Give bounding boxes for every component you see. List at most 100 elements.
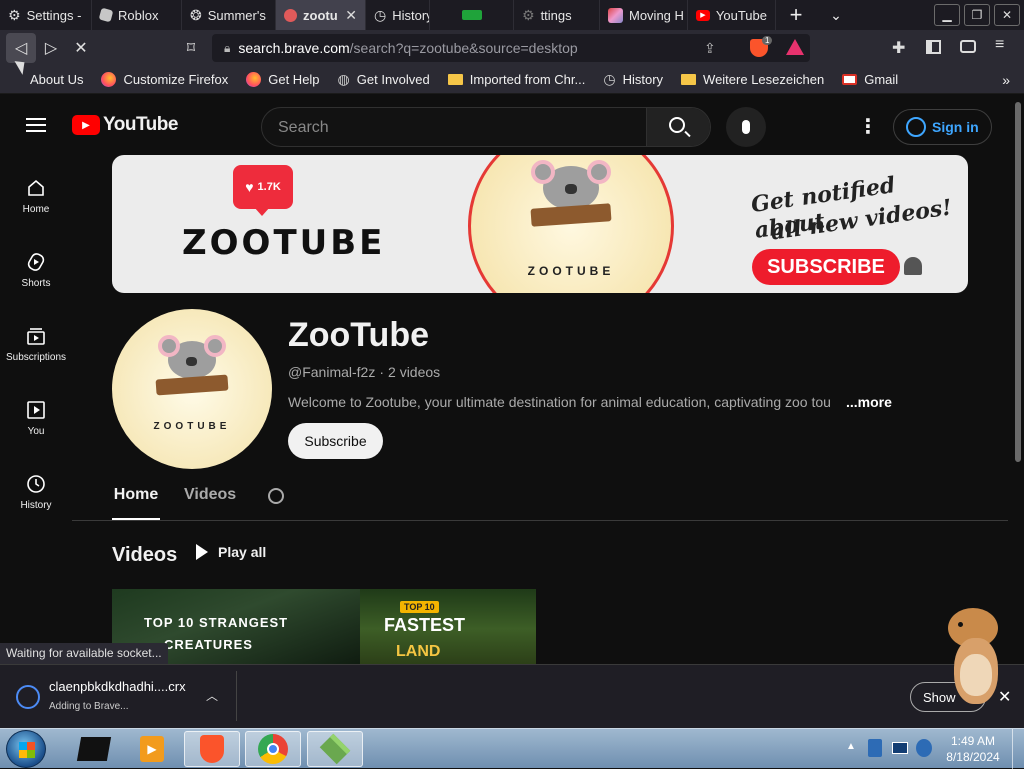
- description-more-link[interactable]: ...more: [844, 394, 892, 410]
- koala-icon: [531, 160, 611, 210]
- brave-rewards-icon[interactable]: [786, 39, 804, 55]
- tab-home[interactable]: Home: [112, 486, 160, 520]
- sidebar-item-history[interactable]: History: [0, 474, 72, 511]
- tray-network-icon[interactable]: [868, 739, 882, 757]
- close-window-button[interactable]: ✕: [994, 4, 1020, 26]
- taskbar-media-player[interactable]: ▶: [124, 731, 180, 767]
- voice-search-button[interactable]: [726, 107, 766, 147]
- tray-show-hidden-icon[interactable]: ▲: [846, 741, 856, 752]
- search-button[interactable]: [646, 108, 710, 146]
- wallet-icon[interactable]: [960, 40, 976, 53]
- more-options-icon[interactable]: ⋮: [858, 114, 878, 139]
- sidebar-item-subscriptions[interactable]: Subscriptions: [0, 326, 72, 363]
- microphone-icon: [742, 120, 750, 134]
- bookmarks-overflow-icon[interactable]: »: [1002, 72, 1024, 88]
- search-input[interactable]: Search: [278, 119, 329, 137]
- folder-icon: [681, 74, 697, 85]
- maximize-button[interactable]: ❐: [964, 4, 990, 26]
- tray-display-icon[interactable]: [892, 742, 908, 754]
- extension-file-icon: [16, 685, 40, 709]
- menu-icon[interactable]: ≡: [995, 36, 1004, 54]
- channel-meta: @Fanimal-f2z · 2 videos: [288, 364, 440, 380]
- minimize-button[interactable]: ▁: [934, 4, 960, 26]
- download-divider: [236, 671, 237, 721]
- tray-volume-icon[interactable]: [916, 739, 932, 757]
- tab-settings[interactable]: ⚙ Settings -: [0, 0, 92, 30]
- channel-description[interactable]: Welcome to Zootube, your ultimate destin…: [288, 394, 888, 410]
- chrome-icon: [258, 734, 288, 764]
- share-icon[interactable]: ⇪: [704, 40, 716, 57]
- bookmark-icon[interactable]: ⌑: [176, 33, 206, 63]
- youtube-icon: ▶: [696, 9, 710, 21]
- bell-icon: [904, 257, 922, 275]
- koala-icon: [158, 335, 226, 379]
- tab-history[interactable]: ◷ History: [366, 0, 430, 30]
- bookmark-about-us[interactable]: About Us: [0, 66, 92, 94]
- sidebar-item-shorts[interactable]: Shorts: [0, 252, 72, 289]
- search-box[interactable]: Search: [261, 107, 711, 147]
- bookmark-customize-firefox[interactable]: Customize Firefox: [92, 66, 237, 94]
- bookmark-gmail[interactable]: Gmail: [833, 66, 907, 94]
- tab-label: zootu: [303, 7, 338, 23]
- subscribe-button[interactable]: Subscribe: [288, 423, 383, 459]
- taskbar-chrome[interactable]: [245, 731, 301, 767]
- channel-avatar[interactable]: ZOOTUBE: [112, 309, 272, 469]
- taskbar-minecraft[interactable]: [307, 731, 363, 767]
- sidebar-item-you[interactable]: You: [0, 400, 72, 437]
- bookmark-get-involved[interactable]: ◍ Get Involved: [329, 66, 439, 94]
- bookmark-imported[interactable]: Imported from Chr...: [439, 66, 595, 94]
- status-text: Waiting for available socket...: [0, 643, 168, 665]
- download-item[interactable]: claenpbkdkdhadhi....crx Adding to Brave.…: [10, 673, 234, 721]
- hamster-sticker: [944, 608, 1004, 708]
- youtube-logo[interactable]: ▶ YouTube: [72, 114, 178, 136]
- taskbar-brave[interactable]: [184, 731, 240, 767]
- stop-loading-button[interactable]: ✕: [66, 33, 96, 63]
- clock-date: 8/18/2024: [946, 750, 1000, 764]
- banner-subscribe-text: SUBSCRIBE: [767, 255, 885, 278]
- extensions-icon[interactable]: ✚: [892, 38, 905, 58]
- bookmark-history[interactable]: ◷ History: [594, 66, 672, 94]
- address-bar[interactable]: 🔒︎ search.brave.com/search?q=zootube&sou…: [212, 34, 810, 62]
- tab-videos[interactable]: Videos: [184, 486, 236, 520]
- tab-youtube[interactable]: ▶ YouTube: [688, 0, 776, 30]
- video-thumbnail-2[interactable]: TOP 10 FASTEST LAND: [360, 589, 536, 664]
- tab-summer[interactable]: ❂ Summer's: [182, 0, 276, 30]
- section-title: Videos: [112, 544, 178, 566]
- show-desktop-button[interactable]: [1012, 729, 1024, 769]
- youtube-page: ▶ YouTube Search ⋮ Sign in Home Shorts S…: [0, 94, 1012, 664]
- clock[interactable]: 1:49 AM 8/18/2024: [938, 733, 1008, 765]
- new-tab-button[interactable]: +: [776, 2, 816, 28]
- forward-button[interactable]: ▷: [36, 33, 66, 63]
- likes-badge: ♥ 1.7K: [233, 165, 293, 209]
- chevron-up-icon[interactable]: ︿: [206, 687, 218, 704]
- tab-moving[interactable]: Moving H: [600, 0, 688, 30]
- sidebar-toggle-icon[interactable]: [926, 40, 941, 54]
- tab-list-icon[interactable]: ⌄: [816, 7, 856, 24]
- tab-settings-2[interactable]: ⚙ ttings: [514, 0, 600, 30]
- banner-circle: ZOOTUBE: [468, 155, 674, 293]
- play-icon: [196, 544, 208, 560]
- sign-in-button[interactable]: Sign in: [893, 109, 992, 145]
- tab-label: Videos: [184, 486, 237, 503]
- channel-search-icon[interactable]: [268, 488, 284, 504]
- subscribe-label: Subscribe: [304, 433, 367, 449]
- download-status: Adding to Brave...: [49, 701, 129, 712]
- tabs-divider: [72, 520, 1008, 521]
- video-title-line2: CREATURES: [164, 637, 253, 652]
- media-player-icon: ▶: [140, 736, 164, 762]
- tab-roblox[interactable]: Roblox: [92, 0, 182, 30]
- bookmark-get-help[interactable]: Get Help: [237, 66, 328, 94]
- bookmark-label: About Us: [30, 72, 84, 87]
- tab-label: History: [392, 7, 430, 23]
- page-scrollbar[interactable]: [1012, 94, 1024, 664]
- minecraft-icon: [319, 733, 351, 765]
- tab-zootube[interactable]: zootu ✕: [276, 0, 366, 30]
- close-tab-icon[interactable]: ✕: [345, 7, 357, 24]
- start-button[interactable]: [6, 730, 46, 768]
- sidebar-item-home[interactable]: Home: [0, 178, 72, 215]
- hamburger-menu-icon[interactable]: [26, 118, 46, 132]
- taskbar-app-black[interactable]: [66, 731, 122, 767]
- play-all-button[interactable]: Play all: [196, 544, 266, 560]
- tab-green[interactable]: [430, 0, 514, 30]
- bookmark-weitere[interactable]: Weitere Lesezeichen: [672, 66, 833, 94]
